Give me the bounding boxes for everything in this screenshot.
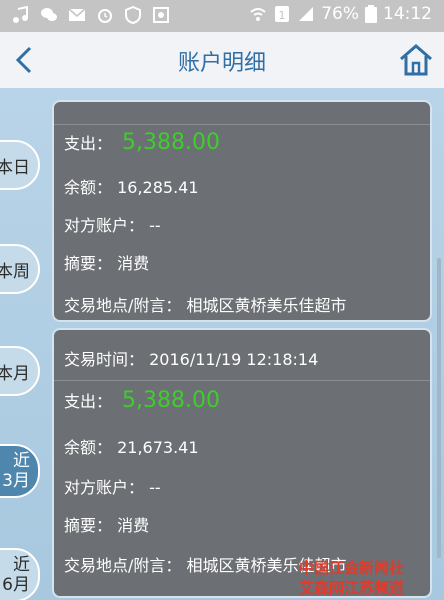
time-value: 2016/11/19 12:18:14 <box>149 350 319 369</box>
nav-bar: 账户明细 <box>0 32 444 89</box>
clock: 14:12 <box>383 4 432 24</box>
transaction-list: 本日 本周 本月 近 3月 近 6月 支出： 5,388.00 余额： 16,28… <box>0 88 444 600</box>
period-label: 本日 <box>0 157 30 178</box>
balance-row: 余额： 21,673.41 <box>64 434 199 458</box>
counterparty-value: -- <box>149 216 161 235</box>
expense-row: 支出： 5,388.00 <box>64 388 220 413</box>
alarm-icon <box>98 9 112 23</box>
music-icon <box>13 6 28 23</box>
card-divider <box>54 124 430 125</box>
period-tab-6-months[interactable]: 近 6月 <box>0 548 40 600</box>
period-label: 本周 <box>0 261 30 282</box>
location-row: 交易地点/附言： 相城区黄桥美乐佳超市 <box>64 292 347 316</box>
home-icon[interactable] <box>398 42 434 78</box>
balance-value: 16,285.41 <box>117 178 199 197</box>
summary-value: 消费 <box>117 254 150 273</box>
period-tab-month[interactable]: 本月 <box>0 346 40 396</box>
period-tab-3-months[interactable]: 近 3月 <box>0 444 40 498</box>
counterparty-value: -- <box>149 478 161 497</box>
watermark-line1: 中国江会新闻社 <box>298 559 404 577</box>
summary-label: 摘要： <box>64 516 113 535</box>
sim-icon: 1 <box>275 6 290 22</box>
period-label-line2: 6月 <box>2 575 30 595</box>
summary-row: 摘要： 消费 <box>64 512 149 536</box>
wechat-icon <box>41 8 57 21</box>
transaction-card[interactable]: 支出： 5,388.00 余额： 16,285.41 对方账户： -- 摘要： 消… <box>52 100 432 322</box>
period-label-line1: 近 <box>13 451 30 471</box>
counterparty-row: 对方账户： -- <box>64 212 161 236</box>
period-label: 本月 <box>0 363 30 384</box>
summary-label: 摘要： <box>64 254 113 273</box>
card-divider <box>54 380 430 381</box>
scrollbar[interactable] <box>437 258 441 558</box>
period-tab-today[interactable]: 本日 <box>0 140 40 190</box>
battery-percent: 76% <box>321 4 359 24</box>
location-label: 交易地点/附言： <box>64 296 182 315</box>
shield-icon <box>125 6 141 24</box>
time-row: 交易时间： 2016/11/19 12:18:14 <box>64 346 318 370</box>
balance-value: 21,673.41 <box>117 438 199 457</box>
svg-text:1: 1 <box>279 9 286 22</box>
balance-label: 余额： <box>64 438 113 457</box>
summary-value: 消费 <box>117 516 150 535</box>
expense-amount: 5,388.00 <box>122 130 220 155</box>
counterparty-label: 对方账户： <box>64 216 145 235</box>
watermark-line2: 艾森网江苏频道 <box>298 579 404 597</box>
counterparty-row: 对方账户： -- <box>64 474 161 498</box>
summary-row: 摘要： 消费 <box>64 250 149 274</box>
period-label-line1: 近 <box>13 555 30 575</box>
notification-icons <box>12 6 170 24</box>
expense-amount: 5,388.00 <box>122 388 220 413</box>
battery-icon <box>365 5 377 23</box>
balance-row: 余额： 16,285.41 <box>64 174 199 198</box>
signal-icon <box>299 7 314 21</box>
status-bar: 1 76% 14:12 <box>0 0 444 32</box>
expense-row: 支出： 5,388.00 <box>64 130 220 155</box>
counterparty-label: 对方账户： <box>64 478 145 497</box>
expense-label: 支出： <box>64 392 113 411</box>
system-indicators: 1 76% 14:12 <box>249 4 432 24</box>
watermark: 中国江会新闻社 艾森网江苏频道 <box>299 558 404 598</box>
balance-label: 余额： <box>64 178 113 197</box>
time-label: 交易时间： <box>64 350 145 369</box>
location-label: 交易地点/附言： <box>64 556 182 575</box>
wifi-icon <box>250 8 266 21</box>
image-icon <box>153 7 169 23</box>
location-value: 相城区黄桥美乐佳超市 <box>186 296 347 315</box>
period-tab-week[interactable]: 本周 <box>0 244 40 294</box>
expense-label: 支出： <box>64 134 113 153</box>
page-title: 账户明细 <box>177 51 266 76</box>
mail-icon <box>68 8 86 21</box>
period-label-line2: 3月 <box>2 471 30 491</box>
